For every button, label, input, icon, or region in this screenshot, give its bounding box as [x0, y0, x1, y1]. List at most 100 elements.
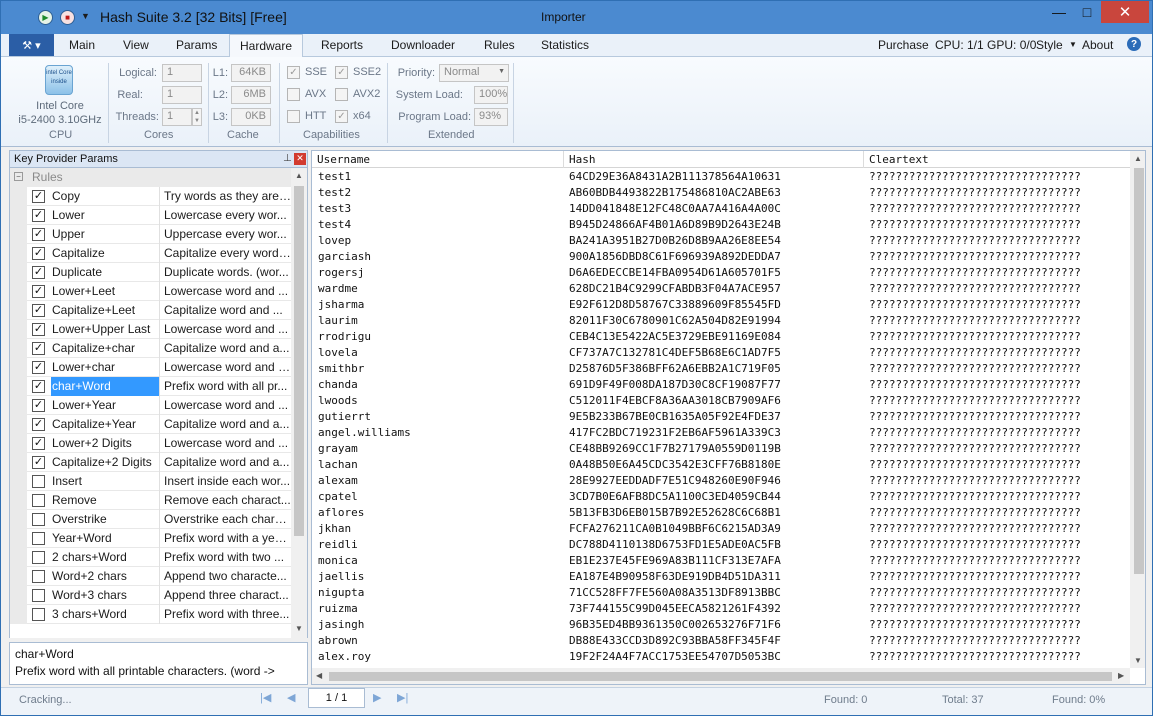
rule-checkbox[interactable]: ✓ [32, 323, 45, 336]
table-row[interactable]: alex.roy 19F2F24A4F7ACC1753EE54707D5053BC… [312, 649, 1130, 665]
rule-checkbox[interactable]: ✓ [32, 304, 45, 317]
rule-checkbox[interactable]: ✓ [32, 437, 45, 450]
next-page-icon[interactable]: ▶ [373, 691, 381, 704]
threads-field[interactable]: 1 [162, 108, 192, 126]
column-header-cleartext[interactable]: Cleartext [864, 151, 1130, 168]
rule-row[interactable]: Remove Remove each charact... [10, 491, 292, 510]
rule-checkbox[interactable] [32, 608, 45, 621]
rule-checkbox[interactable] [32, 494, 45, 507]
table-row[interactable]: lovep BA241A3951B27D0B26D8B9AA26E8EE54???… [312, 233, 1130, 249]
rule-checkbox[interactable] [32, 475, 45, 488]
table-row[interactable]: monica EB1E237E45FE969A83B111CF313E7AFA??… [312, 553, 1130, 569]
table-row[interactable]: lachan 0A48B50E6A45CDC3542E3CFF76B8180E??… [312, 457, 1130, 473]
scrollbar-thumb[interactable] [329, 672, 1112, 681]
table-row[interactable]: jasingh 96B35ED4BB9361350C002653276F71F6?… [312, 617, 1130, 633]
table-row[interactable]: lwoods C512011F4EBCF8A36AA3018CB7909AF6??… [312, 393, 1130, 409]
table-horizontal-scrollbar[interactable]: ◀ ▶ [312, 668, 1130, 684]
rule-row[interactable]: ✓ Lower Lowercase every wor... [10, 206, 292, 225]
scroll-up-icon[interactable]: ▲ [1134, 154, 1142, 163]
rule-name[interactable]: Lower+Leet [51, 282, 160, 301]
rule-row[interactable]: ✓ Lower+Upper Last Lowercase word and ... [10, 320, 292, 339]
column-header-username[interactable]: Username [312, 151, 564, 168]
rule-row[interactable]: Word+2 chars Append two characte... [10, 567, 292, 586]
rule-checkbox[interactable]: ✓ [32, 361, 45, 374]
rule-row[interactable]: ✓ Capitalize+Leet Capitalize word and ... [10, 301, 292, 320]
rule-checkbox[interactable]: ✓ [32, 418, 45, 431]
rule-row[interactable]: ✓ Capitalize+2 Digits Capitalize word and … [10, 453, 292, 472]
table-row[interactable]: gutierrt 9E5B233B67BE0CB1635A05F92E4FDE37… [312, 409, 1130, 425]
table-row[interactable]: jkhan FCFA276211CA0B1049BBF6C6215AD3A9???… [312, 521, 1130, 537]
rule-checkbox[interactable]: ✓ [32, 266, 45, 279]
table-row[interactable]: test4 B945D24866AF4B01A6D89B9D2643E24B???… [312, 217, 1130, 233]
page-indicator[interactable]: 1 / 1 [308, 688, 365, 708]
rule-row[interactable]: ✓ Copy Try words as they are.... [10, 187, 292, 206]
close-button[interactable]: ✕ [1101, 1, 1149, 23]
rule-name[interactable]: Capitalize+Year [51, 415, 160, 434]
rule-name[interactable]: Capitalize+Leet [51, 301, 160, 320]
rule-name[interactable]: Lower [51, 206, 160, 225]
scroll-down-icon[interactable]: ▼ [295, 624, 303, 633]
table-row[interactable]: abrown DB88E433CCD3D892C93BBA58FF345F4F??… [312, 633, 1130, 649]
rule-name[interactable]: Duplicate [51, 263, 160, 282]
rules-group-header[interactable]: − Rules [10, 168, 292, 187]
rule-row[interactable]: ✓ Upper Uppercase every wor... [10, 225, 292, 244]
collapse-icon[interactable]: − [14, 172, 23, 181]
table-row[interactable]: aflores 5B13FB3D6EB015B7B92E52628C6C68B1?… [312, 505, 1130, 521]
table-row[interactable]: rogersj D6A6EDECCBE14FBA0954D61A605701F5?… [312, 265, 1130, 281]
table-row[interactable]: test3 14DD041848E12FC48C0AA7A416A4A00C???… [312, 201, 1130, 217]
scrollbar-thumb[interactable] [1134, 168, 1144, 574]
rule-name[interactable]: Lower+2 Digits [51, 434, 160, 453]
table-row[interactable]: laurim 82011F30C6780901C62A504D82E91994??… [312, 313, 1130, 329]
panel-close-icon[interactable]: ✕ [294, 153, 306, 165]
style-dropdown-icon[interactable]: ▼ [1069, 34, 1077, 56]
rule-name[interactable]: Word+2 chars [51, 567, 160, 586]
start-attack-button[interactable]: ▶ [38, 10, 53, 25]
rule-checkbox[interactable] [32, 570, 45, 583]
rule-name[interactable]: Remove [51, 491, 160, 510]
pin-icon[interactable]: ⊥ [283, 153, 292, 164]
table-row[interactable]: cpatel 3CD7B0E6AFB8DC5A1100C3ED4059CB44??… [312, 489, 1130, 505]
table-row[interactable]: jsharma E92F612D8D58767C33889609F85545FD?… [312, 297, 1130, 313]
rule-checkbox[interactable]: ✓ [32, 285, 45, 298]
rule-row[interactable]: ✓ Lower+2 Digits Lowercase word and ... [10, 434, 292, 453]
rule-row[interactable]: ✓ Capitalize+Year Capitalize word and a... [10, 415, 292, 434]
first-page-icon[interactable]: |◀ [260, 691, 271, 704]
table-row[interactable]: lovela CF737A7C132781C4DEF5B68E6C1AD7F5??… [312, 345, 1130, 361]
rule-checkbox[interactable] [32, 513, 45, 526]
help-icon[interactable]: ? [1127, 37, 1141, 51]
scroll-down-icon[interactable]: ▼ [1134, 656, 1142, 665]
rule-checkbox[interactable]: ✓ [32, 399, 45, 412]
tab-rules[interactable]: Rules [474, 34, 525, 57]
rule-name[interactable]: Capitalize+char [51, 339, 160, 358]
table-vertical-scrollbar[interactable]: ▲ ▼ [1130, 151, 1145, 668]
tab-reports[interactable]: Reports [311, 34, 373, 57]
rule-checkbox[interactable]: ✓ [32, 456, 45, 469]
rule-row[interactable]: Year+Word Prefix word with a yea... [10, 529, 292, 548]
table-row[interactable]: rrodrigu CEB4C13E5422AC5E3729EBE91169E084… [312, 329, 1130, 345]
rule-row[interactable]: ✓ Lower+Leet Lowercase word and ... [10, 282, 292, 301]
rule-name[interactable]: Lower+char [51, 358, 160, 377]
scroll-right-icon[interactable]: ▶ [1118, 671, 1124, 680]
rule-name[interactable]: Overstrike [51, 510, 160, 529]
table-row[interactable]: grayam CE48BB9269CC1F7B27179A0559D0119B??… [312, 441, 1130, 457]
rule-row[interactable]: Overstrike Overstrike each chara... [10, 510, 292, 529]
rule-row[interactable]: ✓ Lower+char Lowercase word and a... [10, 358, 292, 377]
rule-name[interactable]: 2 chars+Word [51, 548, 160, 567]
rule-name[interactable]: Lower+Upper Last [51, 320, 160, 339]
rule-row[interactable]: 3 chars+Word Prefix word with three... [10, 605, 292, 624]
table-row[interactable]: nigupta 71CC528FF7FE560A08A3513DF8913BBC?… [312, 585, 1130, 601]
minimize-button[interactable]: — [1045, 1, 1073, 23]
table-row[interactable]: test2 AB60BDB4493822B175486810AC2ABE63???… [312, 185, 1130, 201]
tab-params[interactable]: Params [166, 34, 227, 57]
tab-view[interactable]: View [113, 34, 159, 57]
table-row[interactable]: jaellis EA187E4B90958F63DE919DB4D51DA311?… [312, 569, 1130, 585]
last-page-icon[interactable]: ▶| [397, 691, 408, 704]
rule-checkbox[interactable] [32, 589, 45, 602]
rule-row[interactable]: ✓ Duplicate Duplicate words. (wor... [10, 263, 292, 282]
rule-checkbox[interactable]: ✓ [32, 209, 45, 222]
rule-checkbox[interactable] [32, 532, 45, 545]
table-row[interactable]: smithbr D25876D5F386BFF62A6EBB2A1C719F05?… [312, 361, 1130, 377]
rules-scrollbar[interactable]: ▲ ▼ [291, 168, 307, 638]
rule-row[interactable]: 2 chars+Word Prefix word with two ... [10, 548, 292, 567]
table-row[interactable]: angel.williams 417FC2BDC719231F2EB6AF5961… [312, 425, 1130, 441]
